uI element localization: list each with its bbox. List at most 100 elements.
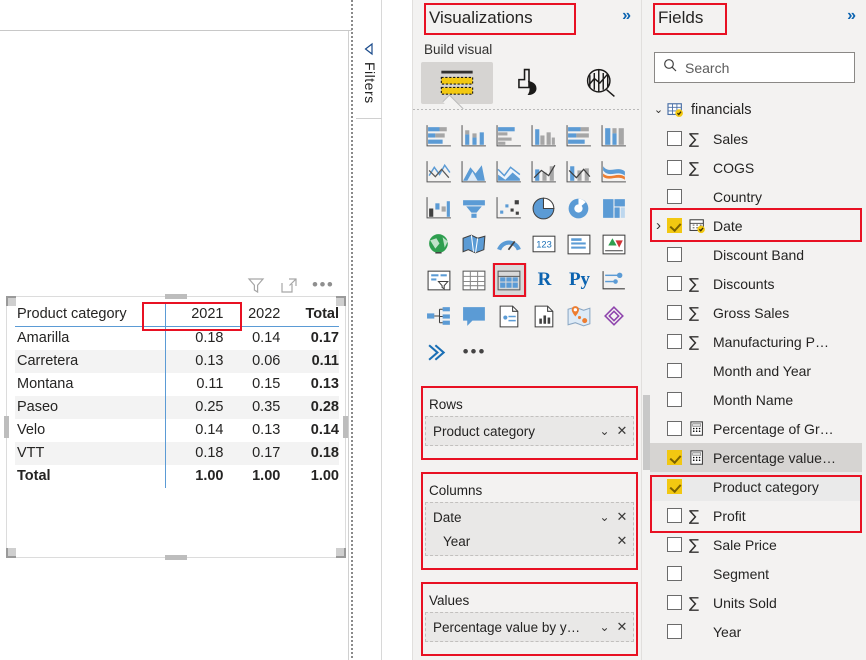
table-row[interactable]: Velo 0.14 0.13 0.14: [15, 419, 339, 442]
ribbon-chart-icon[interactable]: [597, 155, 632, 189]
decomposition-tree-icon[interactable]: [422, 299, 457, 333]
resize-handle-left[interactable]: [4, 416, 9, 438]
r-script-visual-icon[interactable]: R: [527, 263, 562, 297]
field-item-gross-sales[interactable]: ∑ Gross Sales: [650, 298, 862, 327]
treemap-icon[interactable]: [597, 191, 632, 225]
resize-handle-bottom[interactable]: [165, 555, 187, 560]
donut-chart-icon[interactable]: [562, 191, 597, 225]
field-checkbox[interactable]: [667, 334, 682, 349]
stacked-area-chart-icon[interactable]: [492, 155, 527, 189]
stacked-column-chart-icon[interactable]: [457, 119, 492, 153]
gauge-chart-icon[interactable]: [492, 227, 527, 261]
filters-pane-collapsed[interactable]: Filters: [356, 0, 382, 660]
qna-visual-icon[interactable]: [457, 299, 492, 333]
field-checkbox[interactable]: [667, 479, 682, 494]
field-checkbox[interactable]: [667, 305, 682, 320]
field-checkbox[interactable]: [667, 189, 682, 204]
matrix-icon[interactable]: [492, 263, 527, 297]
resize-handle-bottom-right[interactable]: [336, 548, 346, 558]
remove-field-icon[interactable]: ✕: [616, 619, 628, 635]
card-icon[interactable]: 123: [527, 227, 562, 261]
remove-field-icon[interactable]: ✕: [616, 533, 628, 549]
field-item-date[interactable]: › Date: [650, 211, 862, 240]
powerapps-visual-icon[interactable]: [597, 299, 632, 333]
table-row[interactable]: VTT 0.18 0.17 0.18: [15, 442, 339, 465]
analytics-tab[interactable]: [565, 62, 637, 104]
search-input[interactable]: Search: [654, 52, 855, 83]
field-item-percentage-value[interactable]: Percentage value…: [650, 443, 862, 472]
azure-map-icon[interactable]: [562, 299, 597, 333]
table-row[interactable]: Carretera 0.13 0.06 0.11: [15, 350, 339, 373]
focus-mode-icon[interactable]: [279, 275, 299, 295]
remove-field-icon[interactable]: ✕: [616, 509, 628, 525]
pie-chart-icon[interactable]: [527, 191, 562, 225]
field-item-units-sold[interactable]: ∑ Units Sold: [650, 588, 862, 617]
key-influencers-icon[interactable]: [597, 263, 632, 297]
resize-handle-top-right[interactable]: [336, 296, 346, 306]
100-stacked-column-chart-icon[interactable]: [597, 119, 632, 153]
line-and-clustered-column-chart-icon[interactable]: [562, 155, 597, 189]
100-stacked-bar-chart-icon[interactable]: [562, 119, 597, 153]
expand-fields-icon[interactable]: »: [847, 7, 856, 25]
rows-well-slot[interactable]: Product category ⌄ ✕: [425, 416, 634, 446]
table-row[interactable]: Paseo 0.25 0.35 0.28: [15, 396, 339, 419]
field-checkbox[interactable]: [667, 508, 682, 523]
python-visual-icon[interactable]: Py: [562, 263, 597, 297]
field-checkbox[interactable]: [667, 218, 682, 233]
clustered-bar-chart-icon[interactable]: [492, 119, 527, 153]
more-visuals-icon[interactable]: •••: [457, 335, 492, 369]
filter-icon[interactable]: [246, 275, 266, 295]
field-checkbox[interactable]: [667, 131, 682, 146]
table-total-row[interactable]: Total 1.00 1.00 1.00: [15, 465, 339, 488]
chevron-right-icon[interactable]: ›: [650, 217, 667, 234]
field-checkbox[interactable]: [667, 624, 682, 639]
field-chip-date[interactable]: Date ⌄ ✕: [426, 505, 633, 529]
chevron-down-icon[interactable]: ⌄: [598, 424, 611, 438]
table-icon[interactable]: [457, 263, 492, 297]
remove-field-icon[interactable]: ✕: [616, 423, 628, 439]
field-item-month-and-year[interactable]: Month and Year: [650, 356, 862, 385]
smart-narrative-icon[interactable]: [492, 299, 527, 333]
chevron-expanded-icon[interactable]: ⌄: [650, 103, 667, 116]
map-icon[interactable]: [422, 227, 457, 261]
field-item-cogs[interactable]: ∑ COGS: [650, 153, 862, 182]
line-and-stacked-column-chart-icon[interactable]: [527, 155, 562, 189]
filled-map-icon[interactable]: [457, 227, 492, 261]
resize-handle-bottom-left[interactable]: [6, 548, 16, 558]
table-row[interactable]: Montana 0.11 0.15 0.13: [15, 373, 339, 396]
field-item-manufacturing-p[interactable]: ∑ Manufacturing P…: [650, 327, 862, 356]
field-checkbox[interactable]: [667, 595, 682, 610]
matrix-col-header-total[interactable]: Total: [280, 303, 339, 327]
field-item-month-name[interactable]: Month Name: [650, 385, 862, 414]
build-visual-tab[interactable]: [421, 62, 493, 104]
clustered-column-chart-icon[interactable]: [527, 119, 562, 153]
fields-table-financials[interactable]: ⌄ financials: [650, 95, 862, 124]
field-item-sale-price[interactable]: ∑ Sale Price: [650, 530, 862, 559]
fields-scrollbar-thumb[interactable]: [643, 395, 650, 470]
field-item-year[interactable]: Year: [650, 617, 862, 646]
columns-well-slot[interactable]: Date ⌄ ✕ Year ✕: [425, 502, 634, 556]
field-chip-percentage-value[interactable]: Percentage value by y… ⌄ ✕: [426, 615, 633, 639]
area-chart-icon[interactable]: [457, 155, 492, 189]
field-checkbox[interactable]: [667, 450, 682, 465]
field-checkbox[interactable]: [667, 276, 682, 291]
field-item-country[interactable]: Country: [650, 182, 862, 211]
values-well-slot[interactable]: Percentage value by y… ⌄ ✕: [425, 612, 634, 642]
field-checkbox[interactable]: [667, 160, 682, 175]
resize-handle-top[interactable]: [165, 294, 187, 299]
kpi-icon[interactable]: [597, 227, 632, 261]
field-item-segment[interactable]: Segment: [650, 559, 862, 588]
resize-handle-top-left[interactable]: [6, 296, 16, 306]
get-more-visuals-icon[interactable]: [422, 335, 457, 369]
format-visual-tab[interactable]: [493, 62, 565, 104]
field-item-product-category[interactable]: Product category: [650, 472, 862, 501]
field-chip-year[interactable]: Year ✕: [426, 529, 633, 553]
chevron-down-icon[interactable]: ⌄: [598, 510, 611, 524]
paginated-report-icon[interactable]: [527, 299, 562, 333]
line-chart-icon[interactable]: [422, 155, 457, 189]
scatter-chart-icon[interactable]: [492, 191, 527, 225]
field-checkbox[interactable]: [667, 363, 682, 378]
matrix-visual[interactable]: Product category 2021 2022 Total Amarill…: [4, 294, 348, 560]
field-item-sales[interactable]: ∑ Sales: [650, 124, 862, 153]
funnel-chart-icon[interactable]: [457, 191, 492, 225]
